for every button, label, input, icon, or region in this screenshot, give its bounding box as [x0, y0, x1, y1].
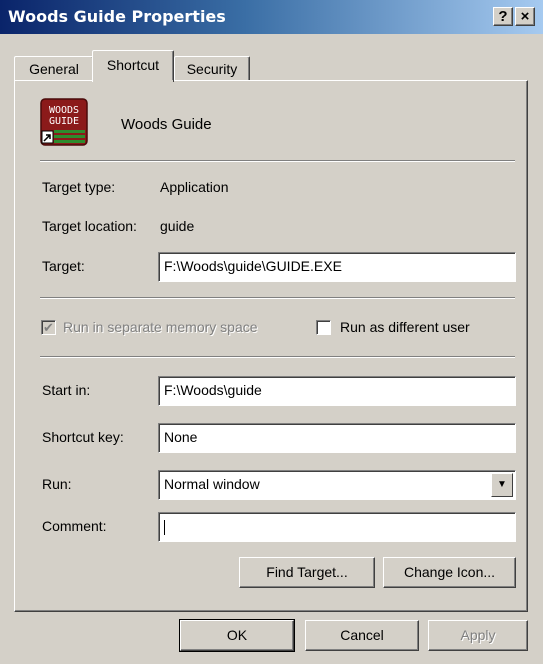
close-button[interactable]: × [515, 7, 535, 26]
chevron-down-icon[interactable]: ▼ [491, 473, 513, 497]
separator [40, 160, 515, 162]
separator [40, 297, 515, 299]
start-in-input[interactable]: F:\Woods\guide [158, 376, 516, 406]
text-caret [164, 519, 165, 535]
separator [40, 356, 515, 358]
run-separate-label: Run in separate memory space [63, 319, 258, 335]
change-icon-button[interactable]: Change Icon... [383, 557, 516, 588]
shortcut-name: Woods Guide [121, 116, 212, 133]
target-type-value: Application [160, 179, 229, 195]
comment-label: Comment: [42, 518, 107, 534]
target-type-label: Target type: [42, 179, 116, 195]
run-as-user-checkbox[interactable] [316, 320, 331, 335]
apply-button[interactable]: Apply [428, 620, 528, 651]
tab-general[interactable]: General [14, 56, 94, 81]
start-in-label: Start in: [42, 382, 91, 398]
woods-guide-app-icon: WOODS GUIDE [40, 98, 88, 146]
run-separate-checkbox[interactable]: ✔ [41, 320, 56, 335]
tab-security[interactable]: Security [174, 56, 250, 81]
target-location-label: Target location: [42, 218, 137, 234]
cancel-button[interactable]: Cancel [305, 620, 419, 651]
window-title: Woods Guide Properties [8, 7, 226, 26]
checkmark-icon: ✔ [43, 320, 54, 335]
icon-text-1: WOODS [49, 105, 79, 116]
active-tab-joint [93, 80, 173, 82]
run-label: Run: [42, 476, 72, 492]
icon-text-2: GUIDE [49, 116, 79, 127]
shortcut-key-label: Shortcut key: [42, 429, 124, 445]
target-location-value: guide [160, 218, 195, 234]
run-select[interactable]: Normal window [158, 470, 516, 500]
shortcut-key-input[interactable]: None [158, 423, 516, 453]
run-as-user-label: Run as different user [340, 319, 470, 335]
help-button[interactable]: ? [493, 7, 513, 26]
tab-shortcut[interactable]: Shortcut [92, 50, 174, 82]
find-target-button[interactable]: Find Target... [239, 557, 375, 588]
comment-input[interactable] [158, 512, 516, 542]
target-input[interactable]: F:\Woods\guide\GUIDE.EXE [158, 252, 516, 282]
target-label: Target: [42, 258, 85, 274]
ok-button[interactable]: OK [179, 619, 295, 652]
run-select-value: Normal window [164, 476, 260, 492]
